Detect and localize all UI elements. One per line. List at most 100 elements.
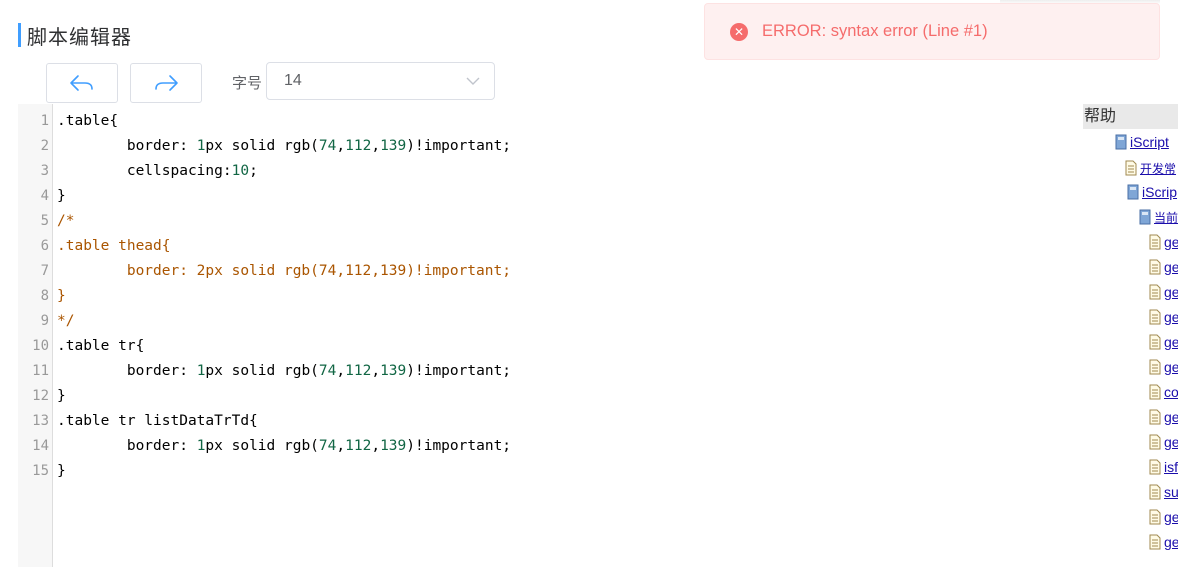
help-tree-item[interactable]: ge xyxy=(1148,281,1178,303)
help-tree-link[interactable]: ge xyxy=(1164,259,1178,275)
help-tree-link[interactable]: ge xyxy=(1164,409,1178,425)
help-tree-link[interactable]: iScrip xyxy=(1142,184,1177,200)
line-number: 6 xyxy=(40,238,49,254)
code-line: .table{ xyxy=(53,109,1068,134)
code-editor[interactable]: 1 2 3 4 5 6 7 8 9 10 11 12 13 14 15 .table{ border: 1p… xyxy=(18,104,1068,567)
code-text: .table{ xyxy=(57,113,119,129)
help-tree-link[interactable]: 开发常 xyxy=(1140,160,1176,177)
line-number: 2 xyxy=(40,138,49,154)
redo-arrow-icon xyxy=(155,75,178,91)
line-number: 5 xyxy=(40,213,49,229)
help-tree-link[interactable]: ge xyxy=(1164,509,1178,525)
help-tree-link[interactable]: ge xyxy=(1164,534,1178,550)
help-tree-link[interactable]: isf xyxy=(1164,459,1178,475)
code-text: .table tr listDataTrTd{ xyxy=(57,413,258,429)
line-number: 7 xyxy=(40,263,49,279)
help-tree-item[interactable]: iScrip xyxy=(1126,181,1177,203)
page-icon xyxy=(1125,160,1137,176)
line-number: 11 xyxy=(32,363,49,379)
code-text: .table tr{ xyxy=(57,338,145,354)
help-tree-link[interactable]: ge xyxy=(1164,434,1178,450)
help-tree-item[interactable]: ge xyxy=(1148,506,1178,528)
help-tree-item[interactable]: iScript xyxy=(1114,131,1169,153)
page-header: 脚本编辑器 xyxy=(18,22,132,49)
page-icon xyxy=(1149,334,1161,350)
font-size-select[interactable]: 14 xyxy=(266,62,495,100)
code-line: border: 2px solid rgb(74,112,139)!import… xyxy=(53,259,1068,284)
line-number: 1 xyxy=(40,113,49,129)
book-icon xyxy=(1127,184,1139,200)
help-tree-link[interactable]: 当前 xyxy=(1154,209,1178,226)
code-text: /* xyxy=(57,213,75,229)
help-tree-item[interactable]: 开发常 xyxy=(1124,157,1176,179)
help-panel: 帮助 iScript 开发常 iScrip 当前 ge ge ge ge ge ge co ge ge i… xyxy=(1083,104,1178,567)
line-number: 3 xyxy=(40,163,49,179)
undo-button[interactable] xyxy=(46,63,118,103)
code-line: } xyxy=(53,284,1068,309)
help-tree-item[interactable]: ge xyxy=(1148,231,1178,253)
code-line: .table tr{ xyxy=(53,334,1068,359)
code-text: cellspacing:10; xyxy=(57,163,258,179)
page-icon xyxy=(1149,384,1161,400)
help-tree-item[interactable]: 当前 xyxy=(1138,206,1178,228)
help-tree-link[interactable]: co xyxy=(1164,384,1178,400)
code-text: border: 1px solid rgb(74,112,139)!import… xyxy=(57,138,512,154)
code-line: */ xyxy=(53,309,1068,334)
page-icon xyxy=(1149,359,1161,375)
help-tree-link[interactable]: ge xyxy=(1164,359,1178,375)
code-text: } xyxy=(57,288,66,304)
page-icon xyxy=(1149,484,1161,500)
help-tree-item[interactable]: ge xyxy=(1148,406,1178,428)
code-area[interactable]: .table{ border: 1px solid rgb(74,112,139… xyxy=(53,104,1068,567)
code-line: border: 1px solid rgb(74,112,139)!import… xyxy=(53,134,1068,159)
help-tree-item[interactable]: ge xyxy=(1148,256,1178,278)
code-text: } xyxy=(57,463,66,479)
code-text: border: 1px solid rgb(74,112,139)!import… xyxy=(57,438,512,454)
help-tree-link[interactable]: su xyxy=(1164,484,1178,500)
line-number: 13 xyxy=(32,413,49,429)
help-tree-item[interactable]: ge xyxy=(1148,331,1178,353)
code-line: border: 1px solid rgb(74,112,139)!import… xyxy=(53,434,1068,459)
page-icon xyxy=(1149,284,1161,300)
page-icon xyxy=(1149,309,1161,325)
line-number: 15 xyxy=(32,463,49,479)
line-number: 8 xyxy=(40,288,49,304)
help-tree-link[interactable]: ge xyxy=(1164,309,1178,325)
help-tree-item[interactable]: ge xyxy=(1148,356,1178,378)
help-tree-item[interactable]: isf xyxy=(1148,456,1178,478)
help-tree-item[interactable]: su xyxy=(1148,481,1178,503)
code-text: .table thead{ xyxy=(57,238,171,254)
code-text: } xyxy=(57,188,66,204)
code-line: .table thead{ xyxy=(53,234,1068,259)
error-message: ERROR: syntax error (Line #1) xyxy=(762,22,988,40)
help-tree-link[interactable]: ge xyxy=(1164,334,1178,350)
code-text: } xyxy=(57,388,66,404)
chevron-down-icon xyxy=(466,77,480,85)
line-number: 12 xyxy=(32,388,49,404)
help-tree-item[interactable]: ge xyxy=(1148,431,1178,453)
page-icon xyxy=(1149,409,1161,425)
help-tree-link[interactable]: ge xyxy=(1164,234,1178,250)
line-number: 9 xyxy=(40,313,49,329)
page-icon xyxy=(1149,534,1161,550)
code-text: border: 2px solid rgb(74,112,139)!import… xyxy=(57,263,511,279)
redo-button[interactable] xyxy=(130,63,202,103)
page-icon xyxy=(1149,509,1161,525)
help-tree-link[interactable]: iScript xyxy=(1130,134,1169,150)
code-line: border: 1px solid rgb(74,112,139)!import… xyxy=(53,359,1068,384)
code-line: /* xyxy=(53,209,1068,234)
code-line: } xyxy=(53,384,1068,409)
error-icon: ✕ xyxy=(730,22,748,41)
line-number: 4 xyxy=(40,188,49,204)
page-icon xyxy=(1149,234,1161,250)
code-text: border: 1px solid rgb(74,112,139)!import… xyxy=(57,363,512,379)
book-icon xyxy=(1139,209,1151,225)
font-size-value: 14 xyxy=(284,72,302,89)
help-tree-item[interactable]: ge xyxy=(1148,531,1178,553)
help-tree-item[interactable]: co xyxy=(1148,381,1178,403)
code-line: .table tr listDataTrTd{ xyxy=(53,409,1068,434)
page-icon xyxy=(1149,434,1161,450)
help-tree-link[interactable]: ge xyxy=(1164,284,1178,300)
code-line: } xyxy=(53,184,1068,209)
help-tree-item[interactable]: ge xyxy=(1148,306,1178,328)
